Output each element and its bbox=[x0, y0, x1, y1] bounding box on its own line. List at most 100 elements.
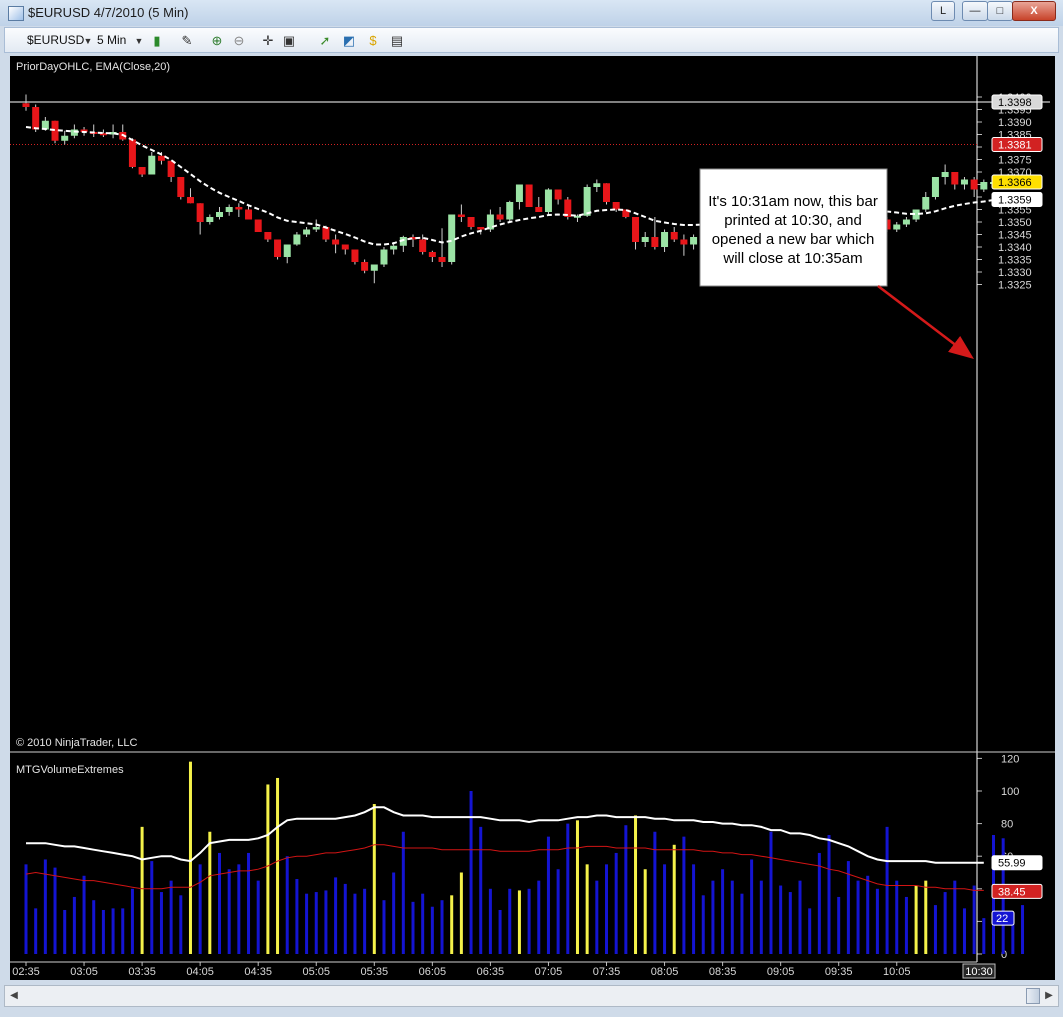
volume-bar bbox=[488, 888, 492, 954]
scroll-thumb[interactable] bbox=[1026, 988, 1040, 1004]
volume-bar bbox=[663, 864, 667, 954]
candle-body bbox=[264, 232, 272, 240]
candle-body bbox=[293, 234, 301, 245]
trading-icon[interactable]: $ bbox=[365, 33, 381, 49]
volume-bar bbox=[1021, 905, 1025, 954]
time-tick-label: 04:05 bbox=[186, 966, 214, 978]
minimize-button[interactable]: — bbox=[962, 1, 988, 21]
crosshair-icon[interactable]: ✛ bbox=[260, 33, 276, 49]
time-tick-label: 08:35 bbox=[709, 966, 737, 978]
maximize-button[interactable]: □ bbox=[987, 1, 1013, 21]
candle-body bbox=[235, 207, 243, 210]
volume-bar bbox=[92, 900, 96, 954]
volume-bar bbox=[34, 908, 38, 954]
scroll-left-icon[interactable]: ◀ bbox=[6, 987, 22, 1005]
candle-body bbox=[922, 197, 930, 210]
interval-dropdown-icon[interactable]: ▼ bbox=[131, 33, 147, 49]
volume-bar-extreme bbox=[266, 784, 270, 954]
indicators-icon[interactable]: ◩ bbox=[341, 33, 357, 49]
price-tick-label: 1.3345 bbox=[998, 230, 1032, 242]
volume-bar bbox=[285, 856, 289, 954]
volume-bar bbox=[179, 895, 183, 954]
candle-body bbox=[680, 239, 688, 245]
title-bar[interactable]: $EURUSD 4/7/2010 (5 Min) L — □ X bbox=[0, 0, 1063, 26]
annotation-text: It's 10:31am now, this bar bbox=[708, 193, 878, 210]
volume-bar bbox=[866, 875, 870, 954]
zoom-out-icon[interactable]: ⊖ bbox=[231, 33, 247, 49]
last-time-label: 10:30 bbox=[965, 966, 993, 978]
drawing-tool-icon[interactable]: ✎ bbox=[179, 33, 195, 49]
candle-body bbox=[583, 187, 591, 216]
candlestick-style-icon[interactable]: ▮ bbox=[149, 33, 165, 49]
candle-body bbox=[641, 237, 649, 242]
volume-bar bbox=[430, 906, 434, 954]
volume-bar bbox=[130, 888, 134, 954]
candle-body bbox=[380, 249, 388, 265]
candle-body bbox=[902, 219, 910, 225]
horizontal-scrollbar[interactable]: ◀ ▶ bbox=[4, 985, 1059, 1007]
volume-bar bbox=[769, 831, 773, 954]
volume-bar bbox=[227, 869, 231, 954]
candle-body bbox=[216, 212, 223, 217]
volume-bar-extreme bbox=[672, 844, 676, 954]
volume-bar bbox=[759, 880, 763, 954]
volume-bar-extreme bbox=[459, 872, 463, 954]
candle-body bbox=[448, 214, 456, 262]
interval-selector[interactable]: 5 Min bbox=[97, 33, 126, 47]
volume-bar bbox=[440, 900, 444, 954]
volume-bar-extreme bbox=[643, 869, 647, 954]
candle-body bbox=[332, 239, 340, 245]
instrument-dropdown-icon[interactable]: ▼ bbox=[80, 33, 96, 49]
candle-body bbox=[544, 189, 552, 212]
data-box-icon[interactable]: ▤ bbox=[389, 33, 405, 49]
volume-bar bbox=[982, 918, 986, 954]
chart-properties-icon[interactable]: ▣ bbox=[281, 33, 297, 49]
candle-body bbox=[61, 135, 69, 141]
candle-body bbox=[245, 209, 253, 220]
candle-body bbox=[128, 139, 136, 167]
candle-body bbox=[980, 182, 988, 190]
candle-body bbox=[370, 264, 378, 271]
candle-body bbox=[341, 244, 349, 250]
candle-body bbox=[148, 155, 156, 175]
candle-body bbox=[477, 227, 485, 230]
instrument-selector[interactable]: $EURUSD bbox=[27, 33, 84, 47]
price-tick-label: 1.3350 bbox=[998, 217, 1032, 229]
price-indicator-label: PriorDayOHLC, EMA(Close,20) bbox=[16, 61, 170, 73]
candle-body bbox=[303, 229, 311, 235]
volume-bar-extreme bbox=[372, 804, 376, 954]
volume-bar bbox=[827, 835, 831, 954]
volume-bar bbox=[808, 908, 812, 954]
candle-body bbox=[438, 257, 446, 262]
candle-body bbox=[206, 217, 214, 222]
volume-bar bbox=[305, 893, 309, 954]
ema-value-label: 1.3359 bbox=[998, 195, 1032, 207]
prior-close-label: 1.3381 bbox=[998, 140, 1032, 152]
candle-body bbox=[467, 217, 475, 227]
candle-body bbox=[661, 232, 669, 247]
zoom-in-icon[interactable]: ⊕ bbox=[209, 33, 225, 49]
volume-bar bbox=[353, 893, 357, 954]
volume-bar bbox=[150, 861, 154, 954]
close-button[interactable]: X bbox=[1012, 1, 1056, 21]
strategies-icon[interactable]: ➚ bbox=[317, 33, 333, 49]
time-tick-label: 03:35 bbox=[128, 966, 156, 978]
candle-body bbox=[322, 227, 330, 240]
scroll-right-icon[interactable]: ▶ bbox=[1041, 987, 1057, 1005]
volume-bar bbox=[479, 826, 483, 954]
candle-body bbox=[525, 184, 533, 207]
volume-bar bbox=[101, 909, 105, 954]
candle-body bbox=[428, 252, 436, 257]
volume-bar bbox=[895, 880, 899, 954]
volume-bar bbox=[624, 825, 628, 954]
volume-bar bbox=[605, 864, 608, 954]
candle-body bbox=[457, 214, 465, 217]
volume-bar bbox=[682, 836, 686, 954]
candle-body bbox=[312, 227, 320, 230]
volume-bar bbox=[788, 892, 792, 954]
link-shortcut-button[interactable]: L bbox=[931, 1, 955, 21]
time-tick-label: 06:35 bbox=[477, 966, 505, 978]
volume-bar bbox=[401, 831, 405, 954]
chart-canvas[interactable]: 1.34001.33951.33901.33851.33801.33751.33… bbox=[10, 56, 1055, 980]
candle-body bbox=[690, 237, 698, 245]
